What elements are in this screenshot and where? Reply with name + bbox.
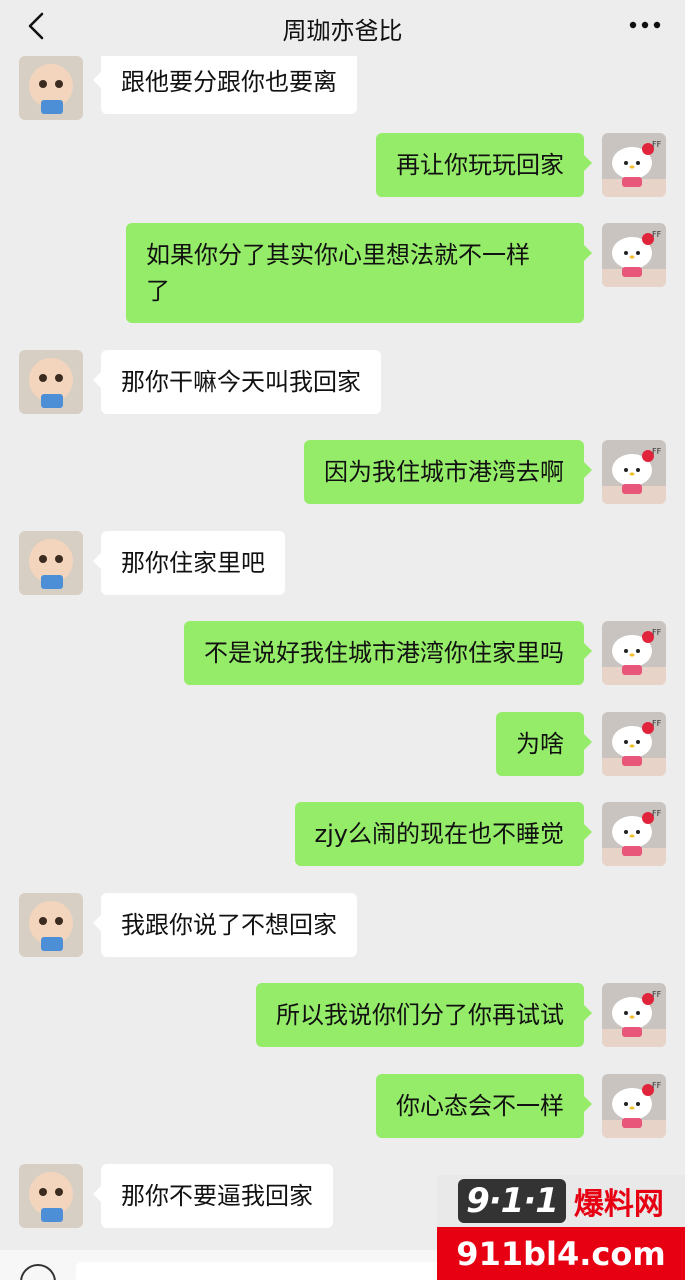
- self-avatar[interactable]: FF: [602, 440, 666, 504]
- message-bubble[interactable]: 你心态会不一样: [376, 1074, 592, 1138]
- message-bubble[interactable]: 所以我说你们分了你再试试: [256, 983, 592, 1047]
- contact-avatar[interactable]: [19, 893, 83, 957]
- watermark-logo: 9·1·1: [458, 1179, 566, 1223]
- svg-text:FF: FF: [652, 809, 662, 818]
- watermark-url: 911bl4.com: [437, 1227, 685, 1280]
- watermark-title: 爆料网: [573, 1187, 664, 1222]
- chat-title: 周珈亦爸比: [282, 16, 403, 45]
- message-list[interactable]: 跟他要分跟你也要离 FF 再让你玩玩回家 FF 如果你分了其实你心里想法就不一样…: [0, 0, 685, 1280]
- message-bubble[interactable]: 跟他要分跟你也要离: [93, 50, 357, 114]
- message-bubble[interactable]: 那你干嘛今天叫我回家: [93, 350, 381, 414]
- message-bubble[interactable]: 那你不要逼我回家: [93, 1164, 333, 1228]
- contact-avatar[interactable]: [19, 56, 83, 120]
- self-avatar[interactable]: FF: [602, 1074, 666, 1138]
- self-avatar[interactable]: FF: [602, 983, 666, 1047]
- watermark: 9·1·1 爆料网 911bl4.com: [437, 1175, 685, 1280]
- message-bubble[interactable]: 因为我住城市港湾去啊: [304, 440, 592, 504]
- chat-header: 周珈亦爸比: [0, 0, 685, 56]
- message-bubble[interactable]: zjy么闹的现在也不睡觉: [294, 802, 593, 866]
- contact-avatar[interactable]: [19, 531, 83, 595]
- self-avatar[interactable]: FF: [602, 621, 666, 685]
- message-bubble[interactable]: 我跟你说了不想回家: [93, 893, 357, 957]
- message-bubble[interactable]: 那你住家里吧: [93, 531, 285, 595]
- message-bubble[interactable]: 如果你分了其实你心里想法就不一样 了: [126, 223, 592, 323]
- message-bubble[interactable]: 不是说好我住城市港湾你住家里吗: [184, 621, 592, 685]
- svg-text:FF: FF: [652, 140, 662, 149]
- voice-icon[interactable]: [20, 1264, 56, 1280]
- message-bubble[interactable]: 再让你玩玩回家: [376, 133, 592, 197]
- self-avatar[interactable]: FF: [602, 802, 666, 866]
- contact-avatar[interactable]: [19, 1164, 83, 1228]
- more-horizontal-icon[interactable]: [625, 12, 665, 38]
- chevron-left-icon[interactable]: [18, 8, 54, 44]
- self-avatar[interactable]: FF: [602, 133, 666, 197]
- svg-text:FF: FF: [652, 628, 662, 637]
- message-bubble[interactable]: 为啥: [496, 712, 592, 776]
- svg-text:FF: FF: [652, 1081, 662, 1090]
- svg-text:FF: FF: [652, 447, 662, 456]
- watermark-header: 9·1·1 爆料网: [437, 1175, 685, 1227]
- self-avatar[interactable]: FF: [602, 712, 666, 776]
- contact-avatar[interactable]: [19, 350, 83, 414]
- svg-text:FF: FF: [652, 719, 662, 728]
- svg-text:FF: FF: [652, 990, 662, 999]
- svg-text:FF: FF: [652, 230, 662, 239]
- self-avatar[interactable]: FF: [602, 223, 666, 287]
